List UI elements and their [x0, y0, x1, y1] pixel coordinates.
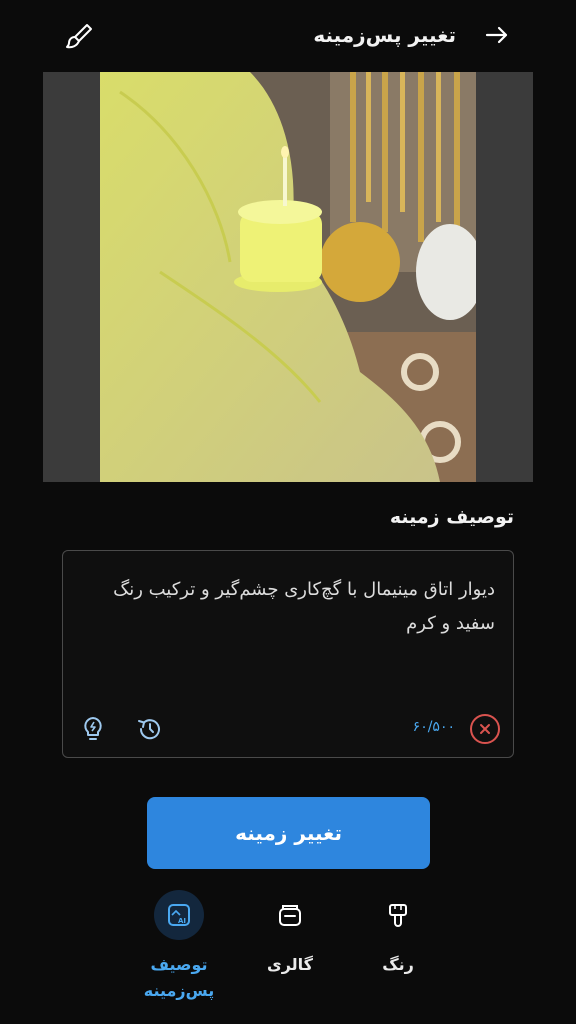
change-background-button[interactable]: تغییر زمینه — [147, 797, 430, 869]
tab-gallery[interactable]: گالری — [235, 890, 345, 978]
tab-label: رنگ — [382, 955, 414, 974]
photo-preview — [100, 72, 476, 482]
arrow-right-icon[interactable] — [480, 18, 514, 52]
character-counter: ۶۰/۵۰۰ — [412, 719, 455, 735]
brush-icon[interactable] — [62, 18, 98, 54]
tab-color[interactable]: رنگ — [343, 890, 453, 978]
svg-text:AI: AI — [178, 917, 186, 925]
ai-image-icon: AI — [154, 890, 204, 940]
lightbulb-icon[interactable] — [77, 713, 109, 745]
tab-label: توصیف پس‌زمینه — [143, 955, 215, 1000]
description-field[interactable]: دیوار اتاق مینیمال با گچ‌کاری چشم‌گیر و … — [62, 550, 514, 758]
page-title: تغییر پس‌زمینه — [313, 23, 456, 47]
tab-label: گالری — [267, 955, 313, 974]
gallery-icon — [265, 890, 315, 940]
paint-brush-icon — [373, 890, 423, 940]
tab-background-description[interactable]: AI توصیف پس‌زمینه — [124, 890, 234, 1004]
image-preview — [43, 72, 533, 482]
history-icon[interactable] — [133, 713, 165, 745]
close-icon[interactable] — [470, 714, 500, 744]
description-text[interactable]: دیوار اتاق مینیمال با گچ‌کاری چشم‌گیر و … — [85, 573, 495, 641]
top-bar: تغییر پس‌زمینه — [0, 0, 576, 70]
description-label: توصیف زمینه — [389, 506, 514, 528]
